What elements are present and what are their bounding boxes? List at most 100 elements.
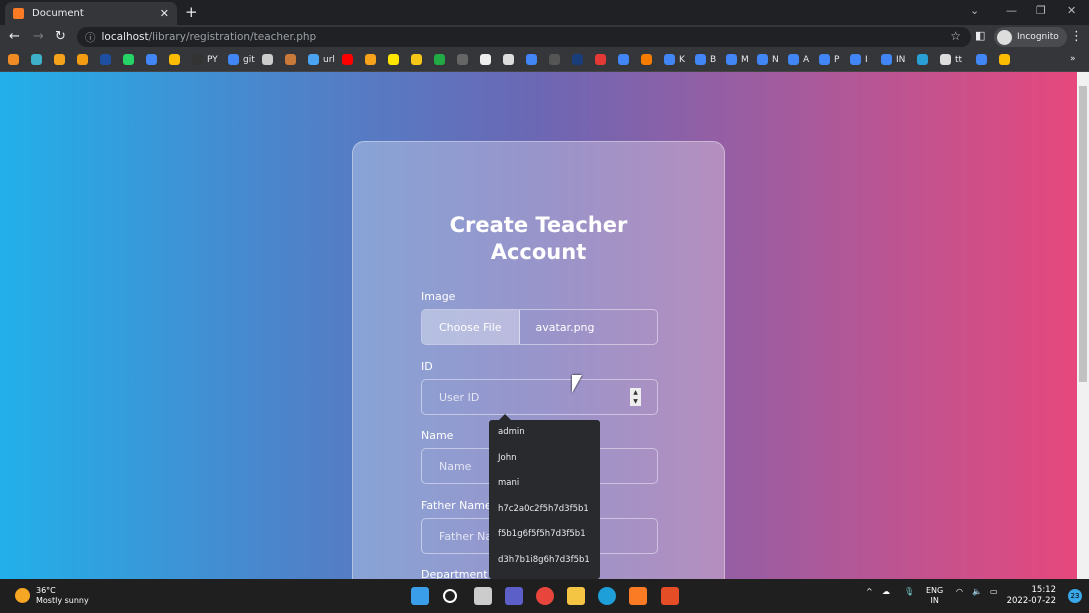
- taskbar: 36°C Mostly sunny ^ ☁ 🎙 ENG IN ◠ 🔈 ▭ 15:12…: [0, 579, 1089, 613]
- clock[interactable]: 15:12 2022-07-22: [1007, 585, 1056, 607]
- image-file-input[interactable]: Choose File avatar.png: [421, 309, 658, 345]
- bookmark-item[interactable]: git: [228, 54, 255, 65]
- xampp-favicon-icon: [13, 8, 24, 19]
- more-bookmarks-icon[interactable]: »: [1070, 54, 1076, 64]
- bookmark-item[interactable]: [595, 54, 606, 65]
- bookmark-item[interactable]: IN: [881, 54, 905, 65]
- bookmark-item[interactable]: [434, 54, 445, 65]
- bookmark-item[interactable]: [999, 54, 1010, 65]
- side-panel-icon[interactable]: ◧: [975, 29, 985, 42]
- task-view-icon[interactable]: [474, 587, 492, 605]
- bookmark-item[interactable]: I: [850, 54, 868, 65]
- bookmark-item[interactable]: [388, 54, 399, 65]
- bookmark-item[interactable]: [572, 54, 583, 65]
- bookmark-label: PY: [207, 54, 218, 65]
- chat-icon[interactable]: [505, 587, 523, 605]
- battery-icon[interactable]: ▭: [990, 587, 998, 597]
- bookmark-item[interactable]: [641, 54, 652, 65]
- close-window-button[interactable]: ✕: [1067, 4, 1076, 17]
- bookmark-item[interactable]: [480, 54, 491, 65]
- onedrive-icon[interactable]: ☁: [882, 587, 890, 597]
- autocomplete-option[interactable]: d3h7b1i8g6h7d3f5b1: [489, 548, 600, 574]
- xampp-icon[interactable]: [629, 587, 647, 605]
- html5-editor-icon[interactable]: [661, 587, 679, 605]
- bookmark-item[interactable]: [526, 54, 537, 65]
- bookmark-item[interactable]: [262, 54, 273, 65]
- address-bar[interactable]: ⓘ localhost/library/registration/teacher…: [77, 27, 971, 47]
- edge-icon[interactable]: [598, 587, 616, 605]
- language-indicator[interactable]: ENG IN: [926, 586, 943, 606]
- bookmark-label: P: [834, 54, 840, 65]
- bookmark-favicon-icon: [850, 54, 861, 65]
- volume-icon[interactable]: 🔈: [972, 587, 982, 597]
- bookmark-item[interactable]: [549, 54, 560, 65]
- restore-button[interactable]: ❐: [1036, 4, 1046, 17]
- bookmark-item[interactable]: [8, 54, 19, 65]
- bookmark-item[interactable]: url: [308, 54, 335, 65]
- bookmark-favicon-icon: [192, 54, 203, 65]
- bookmark-item[interactable]: B: [695, 54, 716, 65]
- tab-search-icon[interactable]: ⌄: [970, 4, 979, 17]
- tab-document[interactable]: Document ✕: [5, 2, 177, 25]
- bookmark-favicon-icon: [595, 54, 606, 65]
- menu-icon[interactable]: ⋮: [1070, 29, 1083, 44]
- bookmark-item[interactable]: [123, 54, 134, 65]
- bookmark-item[interactable]: [503, 54, 514, 65]
- scrollbar[interactable]: [1077, 72, 1089, 579]
- bookmark-item[interactable]: [342, 54, 353, 65]
- choose-file-button[interactable]: Choose File: [422, 310, 520, 344]
- incognito-profile-button[interactable]: Incognito: [994, 27, 1067, 47]
- bookmark-item[interactable]: N: [757, 54, 779, 65]
- start-icon[interactable]: [411, 587, 429, 605]
- chrome-icon[interactable]: [536, 587, 554, 605]
- bookmark-item[interactable]: K: [664, 54, 685, 65]
- file-explorer-icon[interactable]: [567, 587, 585, 605]
- bookmark-item[interactable]: [365, 54, 376, 65]
- scrollbar-thumb[interactable]: [1079, 86, 1087, 382]
- autocomplete-option[interactable]: admin: [489, 420, 600, 446]
- bookmark-item[interactable]: [457, 54, 468, 65]
- bookmark-favicon-icon: [503, 54, 514, 65]
- bookmark-item[interactable]: M: [726, 54, 749, 65]
- autocomplete-option[interactable]: f5b1g6f5f5h7d3f5b1: [489, 522, 600, 548]
- number-spinner[interactable]: ▲ ▼: [630, 388, 641, 406]
- bookmark-item[interactable]: [31, 54, 42, 65]
- autocomplete-option[interactable]: mani: [489, 471, 600, 497]
- back-button[interactable]: ←: [9, 29, 20, 44]
- bookmark-favicon-icon: [228, 54, 239, 65]
- bookmark-item[interactable]: [54, 54, 65, 65]
- reload-button[interactable]: ↻: [55, 29, 66, 44]
- tray-chevron-icon[interactable]: ^: [866, 587, 873, 597]
- bookmark-item[interactable]: [917, 54, 928, 65]
- microphone-icon[interactable]: 🎙: [904, 587, 914, 597]
- forward-button[interactable]: →: [33, 29, 44, 44]
- bookmark-star-icon[interactable]: ☆: [950, 29, 961, 43]
- time: 15:12: [1031, 585, 1057, 595]
- bookmark-item[interactable]: [618, 54, 629, 65]
- bookmark-item[interactable]: [169, 54, 180, 65]
- new-tab-button[interactable]: +: [185, 3, 198, 21]
- search-icon[interactable]: [443, 589, 457, 603]
- user-id-input[interactable]: User ID ▲ ▼: [421, 379, 658, 415]
- bookmark-item[interactable]: [146, 54, 157, 65]
- bookmark-item[interactable]: A: [788, 54, 809, 65]
- bookmark-item[interactable]: tt: [940, 54, 962, 65]
- bookmark-favicon-icon: [434, 54, 445, 65]
- wifi-icon[interactable]: ◠: [956, 587, 963, 597]
- bookmark-item[interactable]: [411, 54, 422, 65]
- bookmark-item[interactable]: P: [819, 54, 839, 65]
- notification-badge[interactable]: 23: [1068, 589, 1082, 603]
- bookmark-item[interactable]: [976, 54, 987, 65]
- bookmark-item[interactable]: [100, 54, 111, 65]
- close-tab-icon[interactable]: ✕: [160, 7, 169, 20]
- autocomplete-option[interactable]: h7c2a0c2f5h7d3f5b1: [489, 497, 600, 523]
- bookmark-item[interactable]: [77, 54, 88, 65]
- autocomplete-option[interactable]: John: [489, 446, 600, 472]
- bookmark-label: K: [679, 54, 685, 65]
- bookmark-favicon-icon: [100, 54, 111, 65]
- minimize-button[interactable]: —: [1006, 4, 1017, 17]
- weather-widget[interactable]: 36°C Mostly sunny: [15, 586, 89, 606]
- bookmark-item[interactable]: PY: [192, 54, 218, 65]
- bookmark-item[interactable]: [285, 54, 296, 65]
- bookmark-favicon-icon: [726, 54, 737, 65]
